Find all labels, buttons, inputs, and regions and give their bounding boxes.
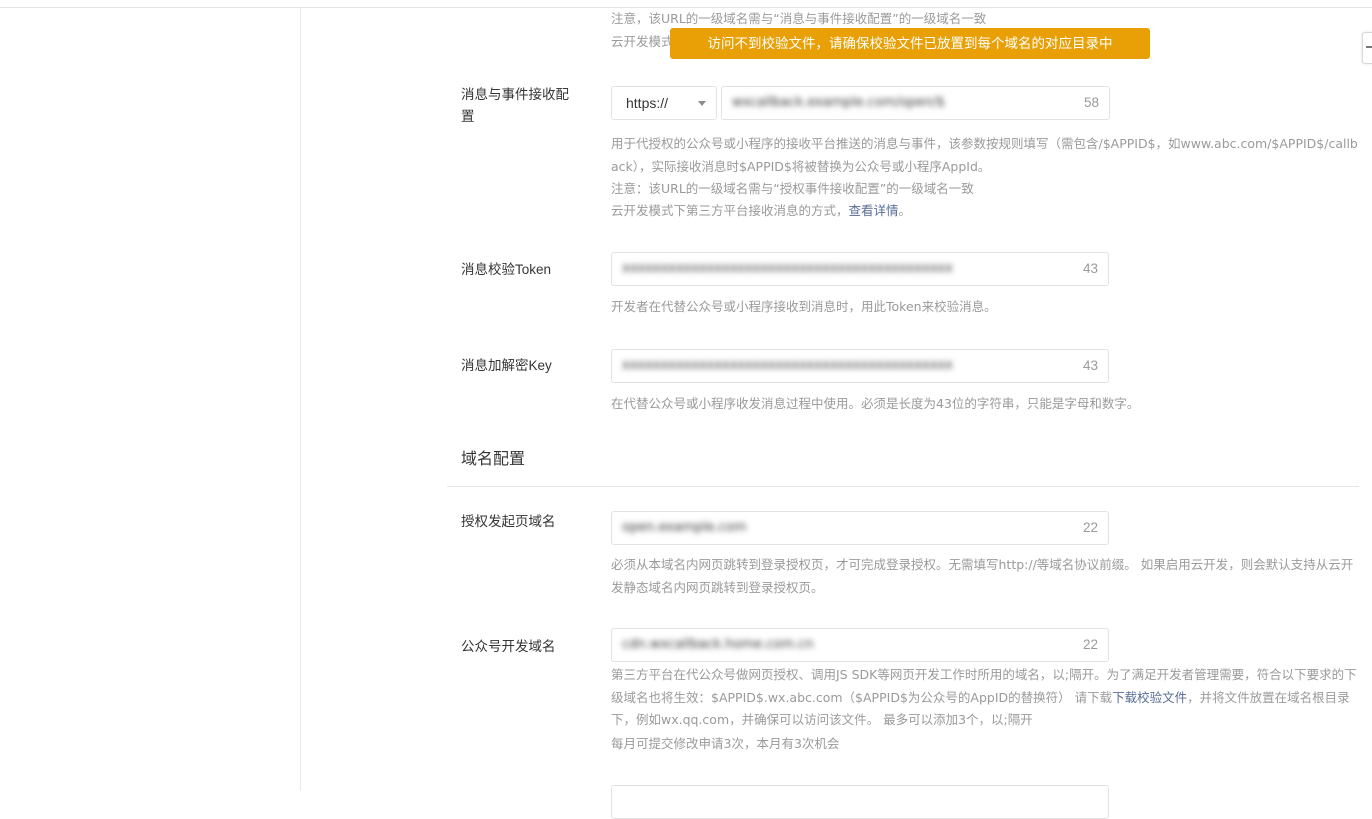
protocol-select[interactable]: https:// (611, 86, 717, 120)
mp-domain-count: 22 (1082, 637, 1098, 652)
msg-event-tip1: 用于代授权的公众号或小程序的接收平台推送的消息与事件，该参数按规则填写（需包含/… (611, 136, 1358, 174)
msg-event-tip3: 云开发模式下第三方平台接收消息的方式，查看详情。 (611, 200, 1363, 223)
msg-event-tip3-text: 云开发模式下第三方平台接收消息的方式， (611, 203, 849, 218)
auth-domain-value: open.example.com (622, 520, 747, 535)
msg-event-tip2: 注意：该URL的一级域名需与“授权事件接收配置”的一级域名一致 (611, 181, 974, 196)
next-input[interactable] (611, 785, 1109, 819)
domain-section-title: 域名配置 (461, 451, 526, 468)
aes-key-label: 消息加解密Key (461, 358, 552, 373)
auth-domain-tip: 必须从本域名内网页跳转到登录授权页，才可完成登录授权。无需填写http://等域… (611, 557, 1354, 595)
aes-key-value: xxxxxxxxxxxxxxxxxxxxxxxxxxxxxxxxxxxxxxxx… (622, 358, 953, 373)
token-tip: 开发者在代替公众号或小程序接收到消息时，用此Token来校验消息。 (611, 299, 997, 314)
token-label: 消息校验Token (461, 262, 552, 277)
msg-event-label: 消息与事件接收配置 (461, 87, 569, 124)
aes-key-tip: 在代替公众号或小程序收发消息过程中使用。必须是长度为43位的字符串，只能是字母和… (611, 396, 1140, 411)
aes-key-input[interactable]: xxxxxxxxxxxxxxxxxxxxxxxxxxxxxxxxxxxxxxxx… (611, 349, 1109, 383)
auth-domain-input[interactable]: open.example.com 22 (611, 511, 1109, 545)
mp-domain-input[interactable]: cdn.wxcallback.home.com.cn 22 (611, 628, 1109, 662)
mp-domain-value: cdn.wxcallback.home.com.cn (622, 637, 814, 652)
mp-domain-tip-line2: 每月可提交修改申请3次，本月有3次机会 (611, 736, 840, 751)
auth-domain-count: 22 (1082, 520, 1098, 535)
side-collapse-tab[interactable] (1362, 32, 1372, 64)
mp-domain-tip: 第三方平台在代公众号做网页授权、调用JS SDK等网页开发工作时所用的域名，以;… (611, 664, 1363, 732)
warning-toast: 访问不到校验文件，请确保校验文件已放置到每个域名的对应目录中 (670, 28, 1150, 59)
mp-domain-label: 公众号开发域名 (461, 639, 556, 654)
msg-event-tip3-end: 。 (898, 203, 912, 218)
msg-event-url-count: 58 (1083, 95, 1099, 110)
msg-event-url-input[interactable]: wxcallback.example.com/open/$ 58 (721, 86, 1110, 120)
section-divider (447, 486, 1359, 487)
msg-event-url-value: wxcallback.example.com/open/$ (732, 95, 945, 110)
sidebar-border (300, 8, 301, 791)
download-verify-file-link[interactable]: 下载校验文件 (1112, 690, 1187, 705)
token-input[interactable]: xxxxxxxxxxxxxxxxxxxxxxxxxxxxxxxxxxxxxxxx… (611, 252, 1109, 286)
protocol-value: https:// (626, 95, 669, 111)
chevron-down-icon (698, 101, 706, 106)
aes-key-count: 43 (1082, 358, 1098, 373)
auth-domain-label: 授权发起页域名 (461, 514, 556, 529)
token-value: xxxxxxxxxxxxxxxxxxxxxxxxxxxxxxxxxxxxxxxx… (622, 261, 953, 276)
view-details-link[interactable]: 查看详情 (849, 203, 899, 218)
token-count: 43 (1082, 261, 1098, 276)
collapse-icon (1366, 46, 1372, 48)
